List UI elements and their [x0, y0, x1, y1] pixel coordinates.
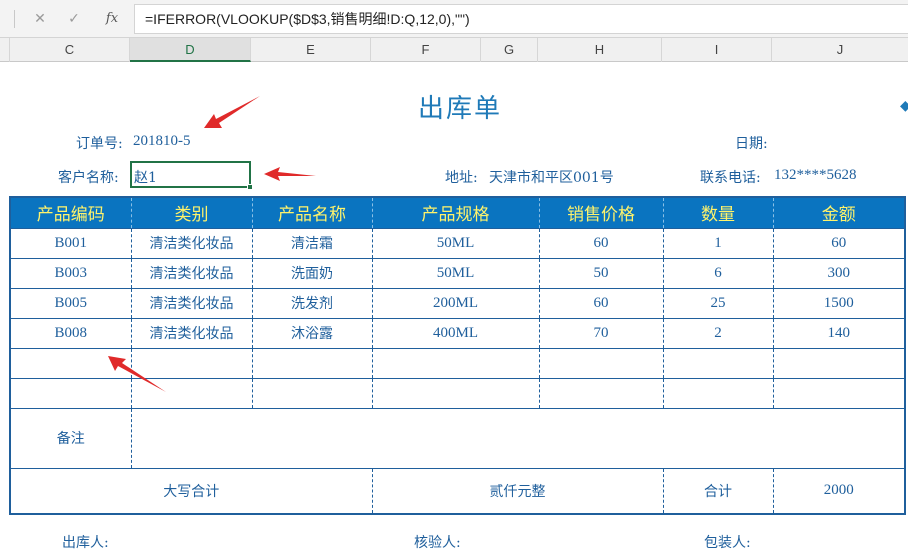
cell-amount[interactable]: 300 [772, 257, 906, 289]
header-quantity[interactable]: 数量 [662, 197, 774, 228]
header-product-name[interactable]: 产品名称 [251, 197, 373, 228]
column-header-d[interactable]: D [130, 38, 251, 62]
remark-value[interactable] [130, 407, 906, 469]
cell-product-name[interactable]: 洗面奶 [251, 257, 373, 289]
column-header-c[interactable]: C [10, 38, 130, 62]
remark-row: 备注 [9, 407, 906, 469]
cell-category[interactable]: 清洁类化妆品 [130, 317, 253, 349]
cell-quantity[interactable]: 1 [662, 227, 774, 259]
page-title: 出库单 [417, 94, 502, 124]
cell-price[interactable]: 70 [538, 317, 664, 349]
arrow-annotation-icon [108, 356, 166, 392]
capital-total-label: 大写合计 [9, 467, 373, 515]
formula-bar: ✕ ✓ fx =IFERROR(VLOOKUP($D$3,销售明细!D:Q,12… [0, 0, 908, 38]
column-header-f[interactable]: F [371, 38, 481, 62]
order-no-label: 订单号: [76, 136, 123, 152]
phone-value[interactable]: 132****5628 [774, 167, 857, 184]
empty-cell[interactable] [251, 347, 373, 379]
header-spec[interactable]: 产品规格 [371, 197, 540, 228]
insert-function-button[interactable]: fx [100, 8, 124, 30]
cell-product-code[interactable]: B005 [9, 287, 132, 319]
cell-product-code[interactable]: B001 [9, 227, 132, 259]
empty-cell[interactable] [371, 347, 540, 379]
total-label: 合计 [662, 467, 774, 515]
cell-amount[interactable]: 140 [772, 317, 906, 349]
cell-amount[interactable]: 60 [772, 227, 906, 259]
address-label: 地址: [445, 170, 478, 186]
column-header-g[interactable]: G [481, 38, 538, 62]
customer-label: 客户名称: [58, 170, 119, 186]
table-row: B008 清洁类化妆品 沐浴露 400ML 70 2 140 [9, 317, 906, 349]
column-header-e[interactable]: E [251, 38, 371, 62]
packer-label: 包装人: [704, 535, 751, 551]
formula-bar-grip [14, 10, 15, 28]
header-category[interactable]: 类别 [130, 197, 253, 228]
remark-label: 备注 [9, 407, 132, 469]
cell-spec[interactable]: 50ML [371, 227, 540, 259]
chevron-left-icon: ◆ [900, 98, 908, 114]
cell-quantity[interactable]: 6 [662, 257, 774, 289]
total-row: 大写合计 贰仟元整 合计 2000 [9, 467, 906, 515]
cell-price[interactable]: 60 [538, 287, 664, 319]
phone-label: 联系电话: [700, 170, 761, 186]
capital-total-value[interactable]: 贰仟元整 [371, 467, 664, 515]
empty-cell[interactable] [662, 377, 774, 409]
header-price[interactable]: 销售价格 [538, 197, 664, 228]
cell-category[interactable]: 清洁类化妆品 [130, 227, 253, 259]
address-value[interactable]: 天津市和平区001号 [489, 167, 614, 187]
header-product-code[interactable]: 产品编码 [9, 197, 132, 228]
cell-spec[interactable]: 50ML [371, 257, 540, 289]
column-header-bar: C D E F G H I J [0, 38, 908, 62]
cell-price[interactable]: 60 [538, 227, 664, 259]
total-value[interactable]: 2000 [772, 467, 906, 515]
column-header-spacer [0, 38, 10, 62]
arrow-annotation-icon [264, 167, 316, 181]
table-row: B005 清洁类化妆品 洗发剂 200ML 60 25 1500 [9, 287, 906, 319]
empty-cell[interactable] [538, 377, 664, 409]
column-header-h[interactable]: H [538, 38, 662, 62]
header-amount[interactable]: 金额 [772, 197, 906, 228]
table-row: B003 清洁类化妆品 洗面奶 50ML 50 6 300 [9, 257, 906, 289]
cell-category[interactable]: 清洁类化妆品 [130, 257, 253, 289]
table-header-row: 产品编码 类别 产品名称 产品规格 销售价格 数量 金额 [9, 197, 906, 228]
cell-quantity[interactable]: 2 [662, 317, 774, 349]
empty-cell[interactable] [772, 347, 906, 379]
column-header-j[interactable]: J [772, 38, 908, 62]
formula-input[interactable]: =IFERROR(VLOOKUP($D$3,销售明细!D:Q,12,0),"") [134, 4, 908, 34]
arrow-annotation-icon [204, 96, 260, 128]
empty-cell[interactable] [772, 377, 906, 409]
cell-product-name[interactable]: 沐浴露 [251, 317, 373, 349]
check-icon[interactable]: ✓ [62, 8, 86, 30]
cell-spec[interactable]: 400ML [371, 317, 540, 349]
empty-cell[interactable] [371, 377, 540, 409]
empty-cell[interactable] [538, 347, 664, 379]
column-header-i[interactable]: I [662, 38, 772, 62]
cell-category[interactable]: 清洁类化妆品 [130, 287, 253, 319]
cell-product-code[interactable]: B003 [9, 257, 132, 289]
empty-cell[interactable] [251, 377, 373, 409]
cell-price[interactable]: 50 [538, 257, 664, 289]
cell-spec[interactable]: 200ML [371, 287, 540, 319]
table-row: B001 清洁类化妆品 清洁霜 50ML 60 1 60 [9, 227, 906, 259]
issuer-label: 出库人: [62, 535, 109, 551]
empty-cell[interactable] [662, 347, 774, 379]
cell-amount[interactable]: 1500 [772, 287, 906, 319]
order-no-value[interactable]: 201810-5 [133, 133, 191, 150]
date-label: 日期: [735, 136, 768, 152]
cell-quantity[interactable]: 25 [662, 287, 774, 319]
cell-product-name[interactable]: 清洁霜 [251, 227, 373, 259]
close-icon[interactable]: ✕ [28, 8, 52, 30]
selected-cell[interactable] [130, 161, 251, 188]
cell-product-code[interactable]: B008 [9, 317, 132, 349]
fill-handle[interactable] [247, 184, 253, 190]
cell-product-name[interactable]: 洗发剂 [251, 287, 373, 319]
checker-label: 核验人: [414, 535, 461, 551]
